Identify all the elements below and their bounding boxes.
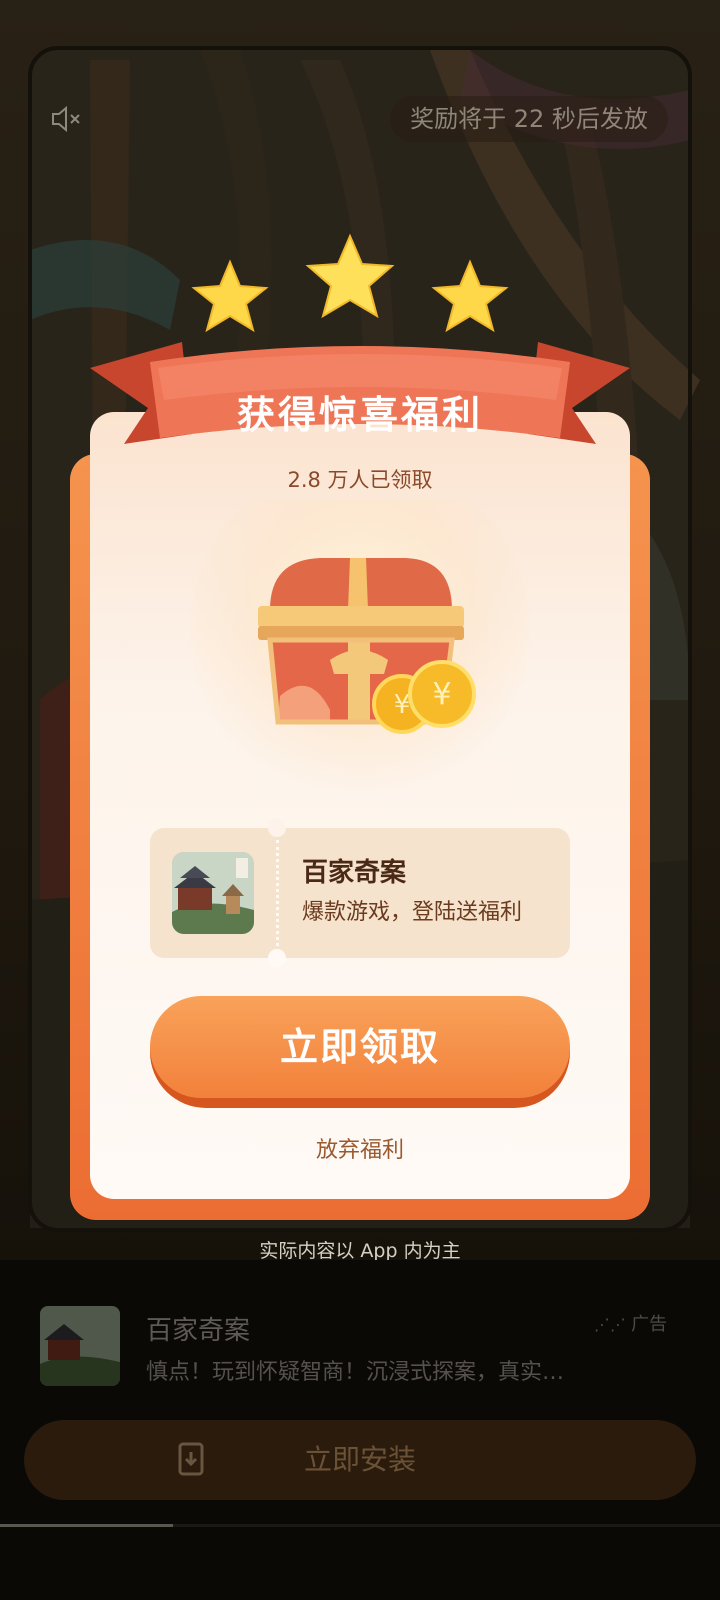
app-name: 百家奇案 <box>302 858 407 888</box>
rating-stars <box>190 232 520 352</box>
star-icon <box>305 233 395 319</box>
svg-text:¥: ¥ <box>432 677 451 712</box>
disclaimer-text: 实际内容以 App 内为主 <box>259 1240 461 1262</box>
app-description: 爆款游戏，登陆送福利 <box>302 900 523 925</box>
install-now-button[interactable]: 立即安装 <box>24 1420 696 1500</box>
ticket-notch <box>268 819 286 837</box>
video-progress-fill <box>0 1524 173 1527</box>
ad-badge: ⋰⋰ 广告 <box>594 1310 667 1336</box>
star-icon <box>431 259 509 333</box>
claimed-count: 2.8 万人已领取 <box>287 468 433 492</box>
treasure-chest-icon: ¥ ¥ <box>180 460 540 800</box>
give-up-link[interactable]: 放弃福利 <box>0 1132 720 1164</box>
star-icon <box>191 259 269 333</box>
ad-app-icon[interactable] <box>40 1306 120 1386</box>
install-now-label: 立即安装 <box>303 1443 416 1476</box>
ticket-notch <box>268 949 286 967</box>
ad-network-icon: ⋰⋰ <box>594 1315 632 1334</box>
video-progress-bar[interactable] <box>0 1524 720 1527</box>
ticket-perforation <box>276 840 279 946</box>
ad-badge-label: 广告 <box>631 1314 668 1335</box>
app-logo-icon <box>172 852 254 934</box>
claim-now-button-label: 立即领取 <box>150 996 570 1098</box>
reward-countdown: 奖励将于 22 秒后发放 <box>390 96 668 142</box>
svg-text:¥: ¥ <box>394 690 411 720</box>
claim-now-button[interactable]: 立即领取 <box>150 996 570 1108</box>
app-info-card[interactable]: 百家奇案 爆款游戏，登陆送福利 <box>150 819 570 967</box>
ad-app-name[interactable]: 百家奇案 <box>146 1310 250 1347</box>
ad-description: 慎点！玩到怀疑智商！沉浸式探案，真实… <box>146 1360 565 1385</box>
popup-title: 获得惊喜福利 <box>236 393 483 437</box>
speaker-muted-icon[interactable] <box>50 104 84 134</box>
